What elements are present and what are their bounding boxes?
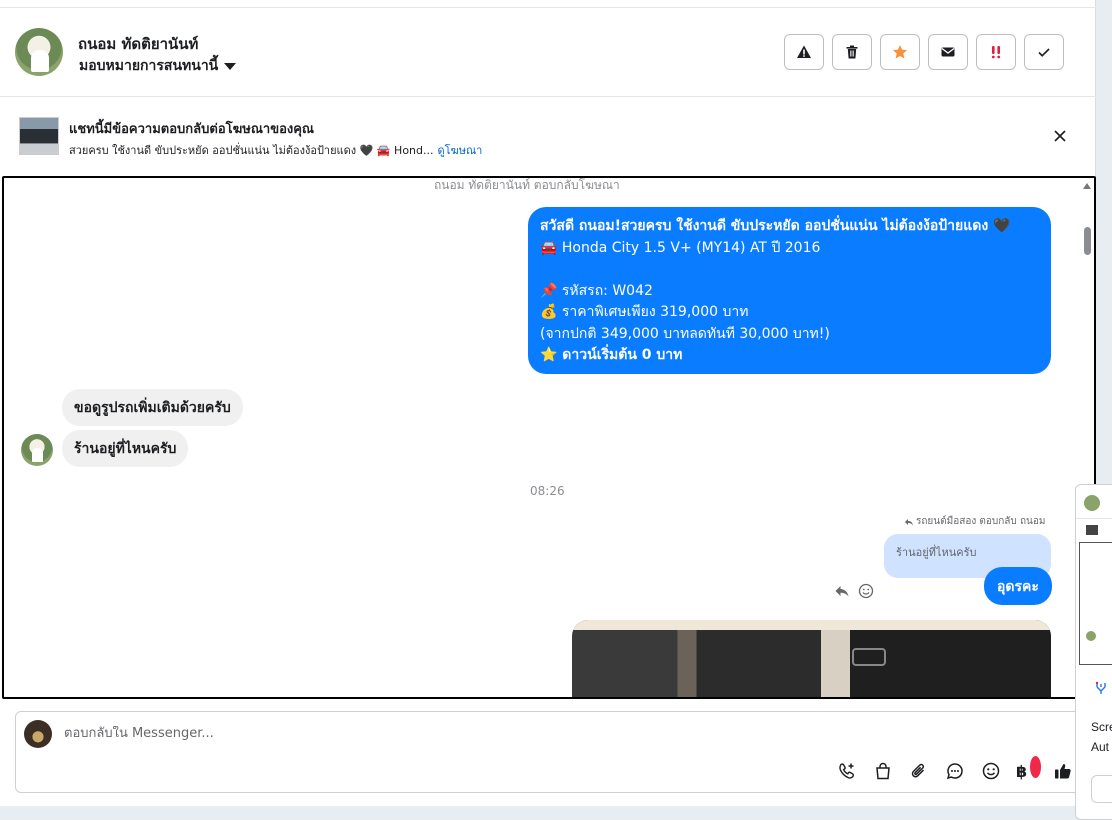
phone-plus-icon	[839, 763, 854, 779]
mini-panel-button[interactable]	[1091, 775, 1112, 803]
message-timestamp: 08:26	[530, 484, 565, 498]
baht-icon: ฿	[1016, 761, 1028, 781]
ad-banner-text: สวยครบ ใช้งานดี ขับประหยัด ออปชั่นแน่น ไ…	[69, 144, 434, 157]
ad-banner-title: แชทนี้มีข้อความตอบกลับต่อโฆษณาของคุณ	[69, 122, 314, 137]
ad-reply-system-message: ถนอม ทัดติยานันท์ ตอบกลับโฆษณา	[434, 178, 620, 192]
mini-avatar	[1086, 631, 1096, 641]
message-line: 🚘 Honda City 1.5 V+ (MY14) AT ปี 2016	[540, 239, 821, 256]
ad-thumbnail[interactable]	[19, 117, 59, 155]
scroll-up-arrow-icon[interactable]	[1083, 183, 1091, 189]
assign-label: มอบหมายการสนทนานี้	[79, 58, 219, 74]
exclamation-icon	[991, 46, 1001, 59]
mini-divider	[1076, 518, 1112, 519]
message-line: 📌 รหัสรถ: W042	[540, 282, 653, 299]
mini-text-line: Aut	[1091, 740, 1110, 754]
incoming-message[interactable]: ร้านอยู่ที่ไหนครับ	[62, 430, 189, 467]
saved-replies-button[interactable]	[944, 760, 966, 782]
caret-down-icon	[224, 62, 237, 70]
message-thread[interactable]: ถนอม ทัดติยานันท์ ตอบกลับโฆษณา สวัสดี ถน…	[2, 176, 1096, 699]
conversation-header: ถนอม ทัดติยานันท์ มอบหมายการสนทนานี้	[0, 8, 1096, 97]
trash-icon	[846, 45, 858, 59]
view-ad-link[interactable]: ดูโฆษณา	[438, 144, 483, 157]
message-line: (จากปกติ 349,000 บาทลดทันที 30,000 บาท!)	[540, 325, 830, 342]
follow-up-button[interactable]	[976, 34, 1016, 70]
star-button[interactable]	[880, 34, 920, 70]
message-tools	[834, 583, 874, 599]
close-icon[interactable]	[1050, 126, 1070, 146]
header-actions	[784, 34, 1064, 70]
call-button[interactable]	[836, 760, 858, 782]
attach-button[interactable]	[908, 760, 930, 782]
delete-button[interactable]	[832, 34, 872, 70]
payment-button[interactable]: ฿	[1016, 756, 1041, 782]
warning-icon	[797, 45, 811, 58]
shopping-bag-icon	[876, 762, 890, 780]
incoming-message[interactable]: ขอดูรูปรถเพิ่มเติมด้วยครับ	[62, 389, 243, 426]
reply-arrow-icon	[905, 518, 913, 525]
mark-unread-button[interactable]	[928, 34, 968, 70]
contact-avatar[interactable]	[15, 28, 63, 76]
checkmark-icon	[1038, 48, 1050, 57]
outgoing-message[interactable]: อุดรคะ	[984, 567, 1052, 605]
envelope-icon	[941, 47, 955, 57]
message-line: ⭐ ดาวน์เริ่มต้น 0 บาท	[540, 347, 683, 363]
reply-icon[interactable]	[834, 583, 850, 599]
reply-meta-text: รถยนต์มือสอง ตอบกลับ ถนอม	[916, 516, 1046, 527]
message-line: 💰 ราคาพิเศษเพียง 319,000 บาท	[540, 304, 749, 320]
paperclip-icon	[911, 763, 925, 778]
notification-dot	[1030, 756, 1041, 778]
scrollbar-thumb[interactable]	[1084, 227, 1091, 255]
emoji-button[interactable]	[980, 760, 1002, 782]
assign-conversation-dropdown[interactable]: มอบหมายการสนทนานี้	[79, 55, 237, 77]
page-avatar	[24, 720, 52, 748]
mini-avatar	[1084, 495, 1100, 511]
ad-banner-subtitle: สวยครบ ใช้งานดี ขับประหยัด ออปชั่นแน่น ไ…	[69, 141, 482, 159]
mini-chat-preview	[1079, 542, 1112, 665]
like-button[interactable]	[1052, 760, 1074, 782]
reply-meta: รถยนต์มือสอง ตอบกลับ ถนอม	[904, 514, 1045, 529]
chat-bubble-icon	[946, 763, 963, 780]
thumbs-up-icon	[1055, 764, 1071, 779]
sender-avatar[interactable]	[21, 434, 53, 466]
shop-button[interactable]	[872, 760, 894, 782]
emoji-reaction-icon[interactable]	[858, 583, 874, 599]
mini-text-line: Scre	[1091, 720, 1112, 734]
ad-reply-banner: แชทนี้มีข้อความตอบกลับต่อโฆษณาของคุณ สวย…	[0, 98, 1096, 174]
mini-thumbnail	[1086, 525, 1098, 535]
contact-name[interactable]: ถนอม ทัดติยานันท์	[78, 32, 198, 56]
attached-photo[interactable]	[572, 620, 1051, 697]
message-composer: ฿	[15, 711, 1085, 793]
minimized-chat-panel[interactable]: Scre Aut	[1075, 484, 1112, 820]
star-icon	[892, 45, 908, 59]
extension-icon	[1095, 681, 1106, 694]
composer-tools: ฿	[836, 756, 1074, 782]
outgoing-message[interactable]: สวัสดี ถนอม!สวยครบ ใช้งานดี ขับประหยัด อ…	[528, 207, 1051, 374]
message-line: สวัสดี ถนอม!สวยครบ ใช้งานดี ขับประหยัด อ…	[540, 218, 1011, 234]
mark-done-button[interactable]	[1024, 34, 1064, 70]
conversation-pane: ถนอม ทัดติยานันท์ มอบหมายการสนทนานี้ แชท…	[0, 0, 1096, 806]
reply-input[interactable]	[64, 726, 864, 741]
mini-panel-text: Scre Aut	[1091, 717, 1112, 757]
smiley-icon	[982, 762, 1000, 780]
report-spam-button[interactable]	[784, 34, 824, 70]
